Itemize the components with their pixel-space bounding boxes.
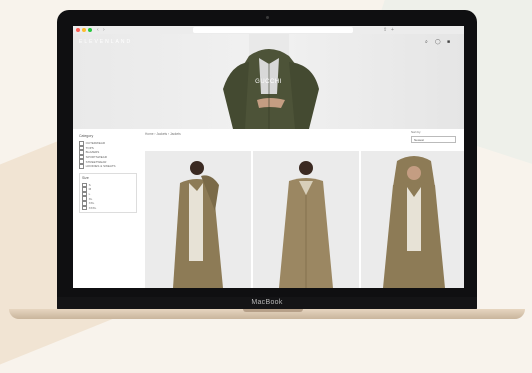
filter-option[interactable]: HOODIES & SWEATS [79, 163, 139, 169]
laptop: ‹ › ⇪ + ELEVENLAND ⌕ ◯ ■ GUCCHI Category… [9, 10, 525, 319]
product-photo [383, 156, 445, 288]
camera-icon [266, 16, 269, 19]
close-window-button[interactable] [76, 28, 80, 32]
breadcrumb[interactable]: Home › Jackets › Jackets [145, 132, 181, 136]
back-icon[interactable]: ‹ [97, 27, 99, 33]
forward-icon[interactable]: › [103, 27, 105, 33]
product-photo [279, 161, 333, 288]
minimize-window-button[interactable] [82, 28, 86, 32]
checkbox[interactable] [82, 205, 87, 211]
address-bar[interactable] [193, 27, 353, 33]
checkbox[interactable] [79, 163, 84, 169]
device-label: MacBook [251, 299, 283, 306]
sort-select[interactable]: Newest [411, 136, 456, 143]
hero-title: GUCCHI [255, 79, 282, 85]
sort-label: Sort by [411, 130, 421, 134]
hero-banner: ELEVENLAND ⌕ ◯ ■ GUCCHI [73, 34, 464, 129]
size-option[interactable]: XXXL [82, 205, 134, 211]
share-icon[interactable]: ⇪ [383, 27, 387, 33]
product-card[interactable] [361, 151, 464, 288]
filter-sidebar: Category OUTERWEAR TOPS BLAZERS SPORTSWE… [79, 134, 139, 214]
size-filter: Size S M L XL XXL XXXL [79, 172, 137, 214]
maximize-window-button[interactable] [88, 28, 92, 32]
new-tab-icon[interactable]: + [391, 27, 394, 33]
filter-heading: Category [79, 134, 94, 138]
screen: ‹ › ⇪ + ELEVENLAND ⌕ ◯ ■ GUCCHI Category… [73, 26, 464, 288]
product-card[interactable] [253, 151, 359, 288]
product-card[interactable] [145, 151, 251, 288]
size-heading: Size [82, 175, 89, 180]
laptop-lid: ‹ › ⇪ + ELEVENLAND ⌕ ◯ ■ GUCCHI Category… [57, 10, 477, 297]
product-photo [173, 161, 223, 288]
